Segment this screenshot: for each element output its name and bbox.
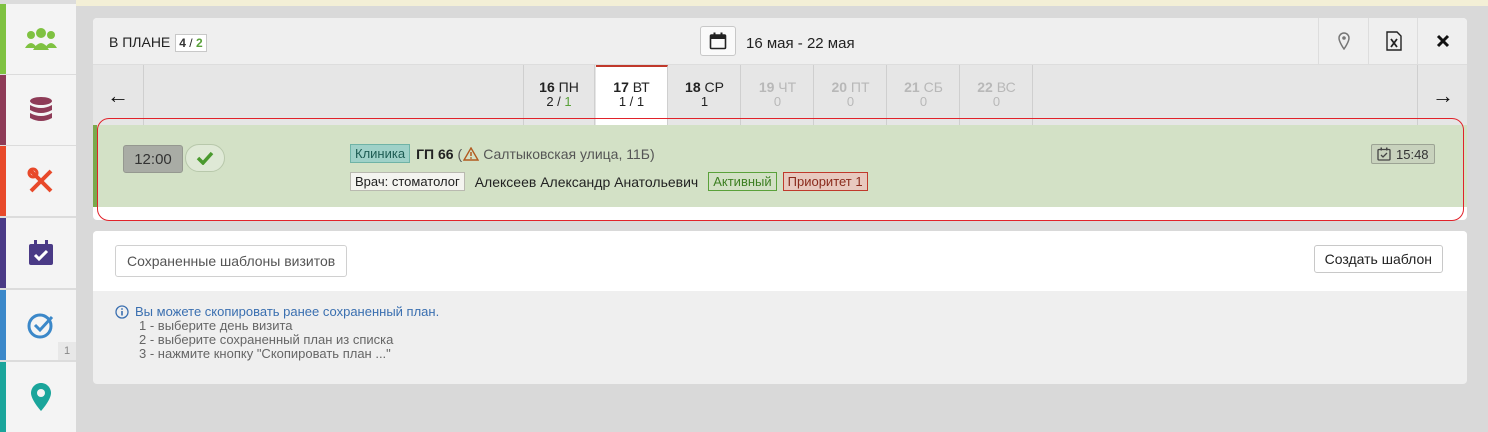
day-tab-count: 0 bbox=[919, 94, 928, 109]
day-tab-18[interactable]: 18 СР 1 bbox=[669, 65, 741, 127]
day-tab-label: 16 ПН bbox=[539, 79, 579, 95]
plan-count-separator: / bbox=[189, 36, 193, 50]
visit-row[interactable]: 12:00 Клиника ГП 66 ( Салтыковская улица… bbox=[93, 125, 1467, 207]
day-tab-count: 1 bbox=[700, 94, 709, 109]
templates-info: Вы можете скопировать ранее сохраненный … bbox=[115, 305, 439, 361]
tools-icon bbox=[27, 167, 53, 193]
day-tab-label: 18 СР bbox=[685, 79, 724, 95]
visit-done-toggle[interactable] bbox=[185, 144, 225, 172]
info-title: Вы можете скопировать ранее сохраненный … bbox=[115, 305, 439, 319]
warning-icon bbox=[463, 146, 480, 161]
priority-badge: Приоритет 1 bbox=[782, 172, 868, 191]
day-tab-17[interactable]: 17 ВТ 1 / 1 bbox=[596, 65, 668, 127]
visit-created-time-text: 15:48 bbox=[1396, 146, 1429, 162]
visit-details: Врач: стоматолог Алексеев Александр Анат… bbox=[350, 172, 868, 191]
users-icon bbox=[25, 28, 57, 50]
day-tab-19[interactable]: 19 ЧТ 0 bbox=[742, 65, 814, 127]
plan-header: В ПЛАНЕ 4 / 2 16 мая - 22 мая bbox=[93, 18, 1467, 65]
close-button[interactable] bbox=[1417, 18, 1467, 64]
plan-count-badge: 4 / 2 bbox=[175, 34, 207, 52]
sidebar: 1 bbox=[0, 0, 76, 432]
day-tab-20[interactable]: 20 ПТ 0 bbox=[815, 65, 887, 127]
day-tab-label: 17 ВТ bbox=[613, 79, 650, 95]
doctor-name[interactable]: Алексеев Александр Анатольевич bbox=[475, 174, 699, 190]
place-address: Салтыковская улица, 11Б) bbox=[483, 145, 655, 162]
map-button[interactable] bbox=[1318, 18, 1369, 64]
templates-panel: Сохраненные шаблоны визитов Создать шабл… bbox=[93, 231, 1467, 384]
date-picker-button[interactable] bbox=[700, 26, 736, 56]
create-template-button[interactable]: Создать шаблон bbox=[1313, 245, 1443, 273]
export-excel-button[interactable] bbox=[1368, 18, 1419, 64]
sidebar-item-map[interactable] bbox=[0, 362, 76, 432]
calendar-check-icon bbox=[29, 240, 53, 265]
day-tab-21[interactable]: 21 СБ 0 bbox=[888, 65, 960, 127]
location-pin-icon bbox=[1338, 32, 1350, 50]
day-tab-label: 22 ВС bbox=[977, 79, 1016, 95]
close-icon bbox=[1436, 34, 1450, 48]
tasks-count-badge: 1 bbox=[58, 342, 76, 360]
day-tab-count: 0 bbox=[992, 94, 1001, 109]
calendar-icon bbox=[709, 32, 727, 50]
excel-file-icon bbox=[1386, 31, 1402, 51]
day-tab-count: 1 / 1 bbox=[618, 94, 645, 109]
day-tab-label: 21 СБ bbox=[904, 79, 943, 95]
checkmark-icon bbox=[196, 151, 214, 165]
info-title-text: Вы можете скопировать ранее сохраненный … bbox=[135, 304, 440, 319]
database-icon bbox=[30, 97, 52, 121]
sidebar-item-database[interactable] bbox=[0, 75, 76, 145]
plan-count-total: 4 bbox=[179, 36, 186, 50]
templates-toolbar: Сохраненные шаблоны визитов Создать шабл… bbox=[93, 231, 1467, 291]
plan-summary: В ПЛАНЕ 4 / 2 bbox=[109, 34, 207, 52]
calendar-check-small-icon bbox=[1377, 147, 1391, 161]
visit-time[interactable]: 12:00 bbox=[123, 145, 183, 173]
date-range: 16 мая - 22 мая bbox=[746, 35, 855, 52]
info-step: 2 - выберите сохраненный план из списка bbox=[139, 332, 394, 347]
arrow-right-icon: → bbox=[1432, 83, 1454, 108]
day-selector: ← 16 ПН 2 / 1 17 ВТ 1 / 1 18 СР 1 19 ЧТ 0 20 ПТ 0… bbox=[93, 65, 1467, 127]
plan-label: В ПЛАНЕ bbox=[109, 34, 171, 50]
arrow-left-icon: ← bbox=[107, 83, 129, 108]
saved-templates-button[interactable]: Сохраненные шаблоны визитов bbox=[115, 245, 348, 277]
sidebar-item-planner[interactable] bbox=[0, 218, 76, 288]
place-type-tag: Клиника bbox=[350, 144, 411, 163]
place-name[interactable]: ГП 66 bbox=[416, 146, 453, 162]
check-circle-icon bbox=[27, 313, 54, 339]
day-tab-label: 20 ПТ bbox=[831, 79, 870, 95]
day-tab-16[interactable]: 16 ПН 2 / 1 bbox=[523, 65, 595, 127]
map-pin-icon bbox=[31, 383, 51, 411]
day-tab-count: 2 / 1 bbox=[546, 94, 572, 109]
next-week-button[interactable]: → bbox=[1417, 65, 1467, 127]
day-tab-count: 0 bbox=[846, 94, 855, 109]
sidebar-item-tools[interactable] bbox=[0, 146, 76, 216]
sidebar-item-clients[interactable] bbox=[0, 4, 76, 74]
day-tab-22[interactable]: 22 ВС 0 bbox=[961, 65, 1033, 127]
info-step: 3 - нажмите кнопку "Скопировать план ...… bbox=[139, 346, 391, 361]
day-tab-count: 0 bbox=[773, 94, 782, 109]
day-tab-label: 19 ЧТ bbox=[758, 79, 797, 95]
visit-place: Клиника ГП 66 ( Салтыковская улица, 11Б) bbox=[350, 144, 655, 163]
status-badge: Активный bbox=[708, 172, 777, 191]
visit-created-time: 15:48 bbox=[1371, 144, 1435, 164]
doctor-specialty-tag: Врач: стоматолог bbox=[350, 172, 465, 191]
place-paren: ( bbox=[457, 145, 463, 162]
plan-count-done: 2 bbox=[195, 36, 203, 50]
prev-week-button[interactable]: ← bbox=[93, 65, 144, 127]
info-step: 1 - выберите день визита bbox=[139, 318, 293, 333]
top-strip bbox=[0, 0, 1488, 6]
info-icon bbox=[115, 305, 129, 319]
